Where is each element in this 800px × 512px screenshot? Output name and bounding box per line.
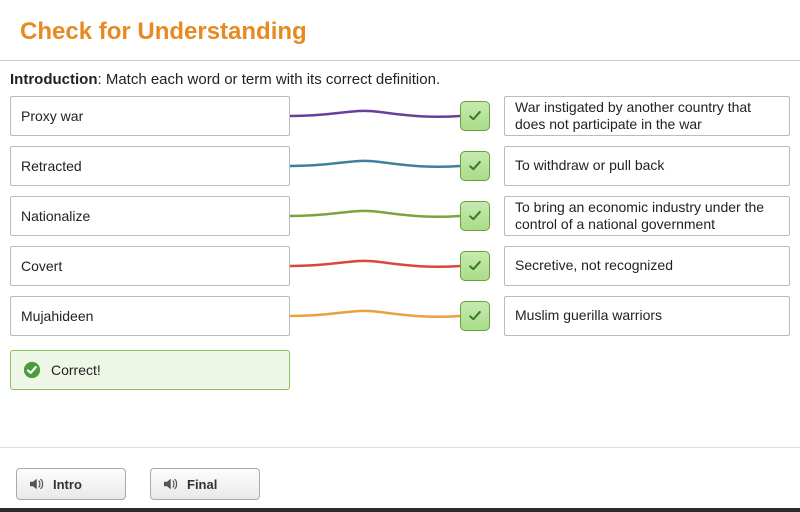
check-icon <box>467 208 483 224</box>
check-icon <box>467 308 483 324</box>
final-audio-label: Final <box>187 477 217 492</box>
instruction-label: Introduction <box>10 71 97 88</box>
definition-box[interactable]: To withdraw or pull back <box>504 146 790 186</box>
connector <box>290 146 460 186</box>
page-title: Check for Understanding <box>20 18 780 46</box>
match-check <box>460 301 490 331</box>
intro-audio-button[interactable]: Intro <box>16 468 126 500</box>
speaker-icon <box>27 475 45 493</box>
term-box[interactable]: Nationalize <box>10 196 290 236</box>
definition-box[interactable]: To bring an economic industry under the … <box>504 196 790 236</box>
feedback-box: Correct! <box>10 350 290 390</box>
connector <box>290 96 460 136</box>
match-check <box>460 101 490 131</box>
term-box[interactable]: Proxy war <box>10 96 290 136</box>
definition-box[interactable]: Secretive, not recognized <box>504 246 790 286</box>
matching-area: Proxy war War instigated by another count… <box>0 96 800 336</box>
instruction-body: : Match each word or term with its corre… <box>97 71 440 88</box>
definition-box[interactable]: War instigated by another country that d… <box>504 96 790 136</box>
connector <box>290 196 460 236</box>
match-row: Covert Secretive, not recognized <box>10 246 790 286</box>
term-box[interactable]: Mujahideen <box>10 296 290 336</box>
footer: Intro Final <box>0 456 800 512</box>
instruction-text: Introduction: Match each word or term wi… <box>0 61 800 96</box>
match-row: Retracted To withdraw or pull back <box>10 146 790 186</box>
match-check <box>460 151 490 181</box>
intro-audio-label: Intro <box>53 477 82 492</box>
match-row: Proxy war War instigated by another count… <box>10 96 790 136</box>
check-icon <box>467 108 483 124</box>
speaker-icon <box>161 475 179 493</box>
connector <box>290 296 460 336</box>
final-audio-button[interactable]: Final <box>150 468 260 500</box>
match-check <box>460 201 490 231</box>
bottom-accent-bar <box>0 508 800 512</box>
term-box[interactable]: Retracted <box>10 146 290 186</box>
match-row: Mujahideen Muslim guerilla warriors <box>10 296 790 336</box>
definition-box[interactable]: Muslim guerilla warriors <box>504 296 790 336</box>
term-box[interactable]: Covert <box>10 246 290 286</box>
correct-icon <box>23 361 41 379</box>
connector <box>290 246 460 286</box>
match-row: Nationalize To bring an economic industry… <box>10 196 790 236</box>
match-check <box>460 251 490 281</box>
feedback-text: Correct! <box>51 362 101 378</box>
check-icon <box>467 258 483 274</box>
check-icon <box>467 158 483 174</box>
footer-divider <box>0 447 800 448</box>
